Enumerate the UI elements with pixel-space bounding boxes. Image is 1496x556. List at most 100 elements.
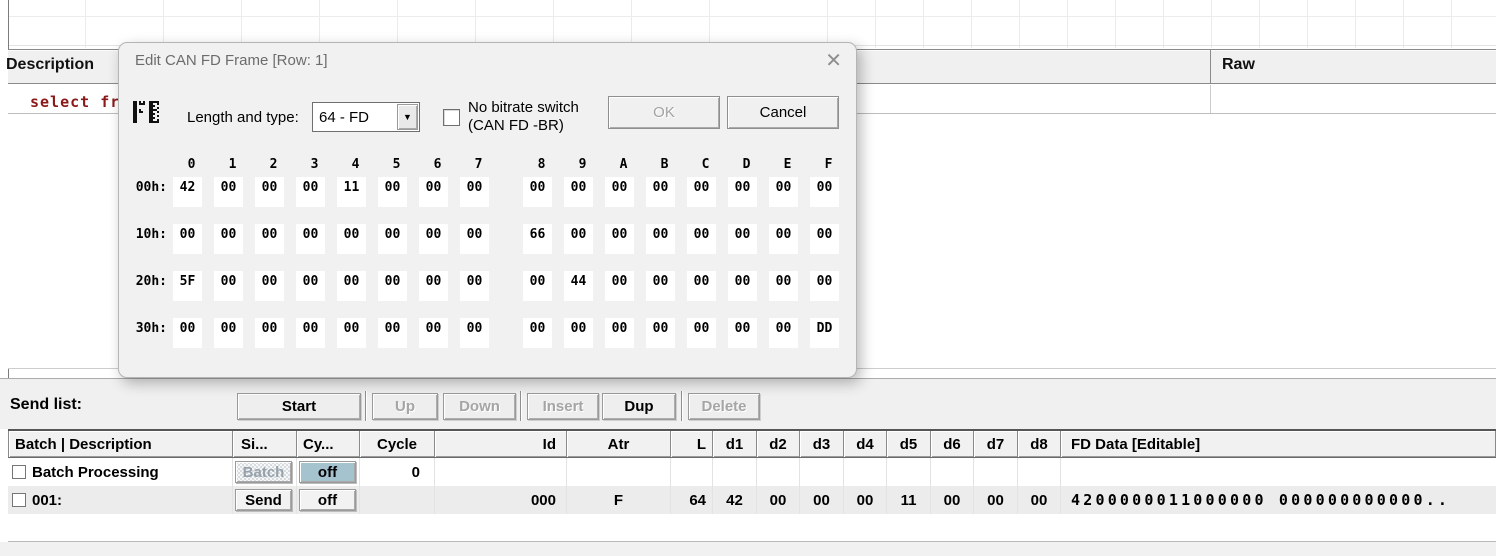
frame-d8-cell[interactable]: 00 — [1018, 486, 1061, 514]
hex-byte-field[interactable]: 00 — [296, 224, 325, 254]
hex-byte-field[interactable]: 00 — [810, 271, 839, 301]
frame-d6-cell[interactable]: 00 — [931, 486, 974, 514]
hex-byte-field[interactable]: 00 — [605, 271, 634, 301]
hex-byte-field[interactable]: 00 — [564, 224, 593, 254]
cancel-button[interactable]: Cancel — [727, 96, 839, 129]
hex-byte-field[interactable]: 00 — [255, 224, 284, 254]
hex-byte-field[interactable]: 00 — [419, 318, 448, 348]
header-d1[interactable]: d1 — [713, 431, 757, 457]
hex-byte-field[interactable]: 00 — [769, 271, 798, 301]
hex-byte-field[interactable]: 00 — [769, 224, 798, 254]
hex-byte-field[interactable]: 00 — [255, 177, 284, 207]
hex-byte-field[interactable]: 00 — [378, 271, 407, 301]
header-d2[interactable]: d2 — [757, 431, 800, 457]
hex-byte-field[interactable]: 00 — [564, 318, 593, 348]
hex-byte-field[interactable]: 00 — [214, 177, 243, 207]
header-cy[interactable]: Cy... — [297, 431, 360, 457]
hex-byte-field[interactable]: 00 — [523, 271, 552, 301]
hex-byte-field[interactable]: 00 — [460, 177, 489, 207]
frame-atr-cell[interactable]: F — [567, 486, 671, 514]
hex-byte-field[interactable]: 00 — [419, 224, 448, 254]
hex-byte-field[interactable]: 00 — [296, 271, 325, 301]
hex-byte-field[interactable]: 00 — [460, 224, 489, 254]
frame-id-cell[interactable]: 000 — [435, 486, 567, 514]
hex-byte-field[interactable]: 42 — [173, 177, 202, 207]
hex-byte-field[interactable]: 00 — [687, 224, 716, 254]
hex-byte-field[interactable]: 00 — [646, 224, 675, 254]
hex-byte-field[interactable]: 00 — [173, 318, 202, 348]
length-and-type-dropdown[interactable]: 64 - FD ▼ — [312, 102, 420, 132]
hex-byte-field[interactable]: 00 — [214, 271, 243, 301]
hex-byte-field[interactable]: 00 — [646, 271, 675, 301]
up-button[interactable]: Up — [372, 393, 438, 420]
hex-byte-field[interactable]: 00 — [378, 177, 407, 207]
dup-button[interactable]: Dup — [602, 393, 676, 420]
hex-byte-field[interactable]: 00 — [419, 177, 448, 207]
hex-byte-field[interactable]: 00 — [687, 177, 716, 207]
hex-byte-field[interactable]: 00 — [687, 318, 716, 348]
batch-row-checkbox[interactable] — [12, 465, 26, 479]
header-batch-description[interactable]: Batch | Description — [8, 431, 233, 457]
down-button[interactable]: Down — [443, 393, 516, 420]
hex-byte-field[interactable]: 00 — [255, 271, 284, 301]
hex-byte-field[interactable]: 00 — [728, 177, 757, 207]
hex-byte-field[interactable]: 00 — [646, 318, 675, 348]
start-button[interactable]: Start — [237, 393, 361, 420]
ok-button[interactable]: OK — [608, 96, 720, 129]
header-l[interactable]: L — [671, 431, 713, 457]
hex-byte-field[interactable]: 00 — [523, 177, 552, 207]
hex-byte-field[interactable]: 00 — [378, 224, 407, 254]
frame-fd-data-cell[interactable]: 4200000011000000 000000000000.. — [1061, 486, 1496, 514]
batch-row-cycle-cell[interactable]: 0 — [360, 458, 435, 486]
hex-byte-field[interactable]: 00 — [296, 318, 325, 348]
hex-byte-field[interactable]: 66 — [523, 224, 552, 254]
frame-row-checkbox[interactable] — [12, 493, 26, 507]
frame-d7-cell[interactable]: 00 — [974, 486, 1018, 514]
header-d4[interactable]: d4 — [844, 431, 887, 457]
hex-byte-field[interactable]: 00 — [605, 177, 634, 207]
frame-d5-cell[interactable]: 11 — [887, 486, 931, 514]
batch-button[interactable]: Batch — [235, 461, 292, 483]
hex-byte-field[interactable]: 00 — [214, 318, 243, 348]
header-d6[interactable]: d6 — [931, 431, 974, 457]
hex-byte-field[interactable]: 11 — [337, 177, 366, 207]
insert-button[interactable]: Insert — [527, 393, 599, 420]
delete-button[interactable]: Delete — [688, 393, 760, 420]
hex-byte-field[interactable]: 00 — [419, 271, 448, 301]
hex-byte-field[interactable]: 00 — [728, 224, 757, 254]
hex-byte-field[interactable]: 00 — [378, 318, 407, 348]
header-atr[interactable]: Atr — [567, 431, 671, 457]
chevron-down-icon[interactable]: ▼ — [397, 104, 418, 130]
hex-byte-field[interactable]: 00 — [255, 318, 284, 348]
header-cycle[interactable]: Cycle — [360, 431, 435, 457]
hex-byte-field[interactable]: 00 — [214, 224, 243, 254]
header-d8[interactable]: d8 — [1018, 431, 1061, 457]
hex-byte-field[interactable]: 00 — [728, 318, 757, 348]
frame-d2-cell[interactable]: 00 — [757, 486, 800, 514]
hex-byte-field[interactable]: 00 — [728, 271, 757, 301]
hex-byte-field[interactable]: 00 — [173, 224, 202, 254]
hex-byte-field[interactable]: 00 — [337, 224, 366, 254]
frame-d4-cell[interactable]: 00 — [844, 486, 887, 514]
hex-byte-field[interactable]: 00 — [296, 177, 325, 207]
close-icon[interactable]: ✕ — [825, 48, 842, 73]
send-button[interactable]: Send — [235, 489, 292, 511]
no-bitrate-switch-checkbox[interactable] — [443, 109, 460, 126]
hex-byte-field[interactable]: 5F — [173, 271, 202, 301]
hex-byte-field[interactable]: 00 — [337, 271, 366, 301]
hex-byte-field[interactable]: 00 — [810, 177, 839, 207]
header-id[interactable]: Id — [435, 431, 567, 457]
header-d3[interactable]: d3 — [800, 431, 844, 457]
frame-d1-cell[interactable]: 42 — [713, 486, 757, 514]
raw-column-header[interactable]: Raw — [1222, 56, 1255, 74]
frame-d3-cell[interactable]: 00 — [800, 486, 844, 514]
header-fd-data[interactable]: FD Data [Editable] — [1061, 431, 1496, 457]
hex-byte-field[interactable]: 00 — [769, 318, 798, 348]
batch-cycle-toggle-button[interactable]: off — [299, 461, 356, 483]
header-si[interactable]: Si... — [233, 431, 297, 457]
hex-byte-field[interactable]: 00 — [564, 177, 593, 207]
frame-length-cell[interactable]: 64 — [671, 486, 713, 514]
hex-byte-field[interactable]: 00 — [687, 271, 716, 301]
hex-byte-field[interactable]: 44 — [564, 271, 593, 301]
hex-byte-field[interactable]: 00 — [460, 271, 489, 301]
